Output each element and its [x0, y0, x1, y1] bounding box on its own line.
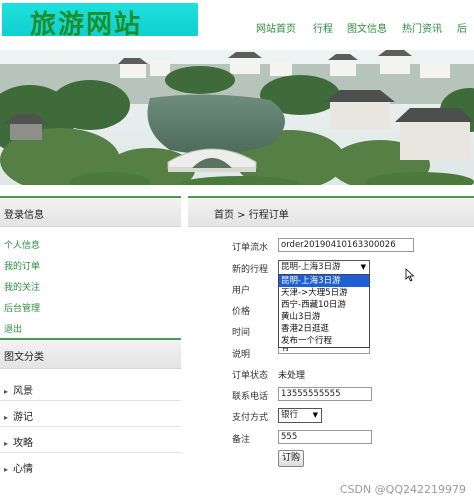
desc-label: 说明: [231, 350, 250, 360]
status-label: 订单状态: [231, 371, 268, 381]
trip-option[interactable]: 黄山3日游: [279, 311, 369, 323]
status-value: 未处理: [278, 371, 306, 381]
logo-text: 旅游网站: [30, 10, 143, 40]
trip-dropdown-list: 昆明-上海3日游 天津->大理5日游 西宁-西藏10日游 黄山3日游 香港2日逛…: [278, 274, 370, 348]
category-item-guides[interactable]: ▸ 攻略: [4, 434, 33, 449]
main-content: 首页 > 行程订单 订单流水 order20190410163300026 新的…: [188, 192, 474, 502]
nav-admin[interactable]: 后: [457, 20, 467, 35]
remark-label: 备注: [231, 435, 250, 445]
banner-landscape: [0, 50, 474, 185]
remark-input[interactable]: 555: [278, 430, 372, 444]
category-panel-header: 图文分类: [0, 338, 181, 369]
trip-option[interactable]: 香港2日逛逛: [279, 323, 369, 335]
phone-input[interactable]: 13555555555: [278, 387, 372, 401]
payment-label: 支付方式: [231, 413, 268, 423]
banner-image: [0, 50, 474, 185]
trip-select-value: 昆明-上海3日游: [281, 262, 341, 272]
login-panel-title: 登录信息: [4, 210, 44, 221]
category-item-travelogue[interactable]: ▸ 游记: [4, 408, 33, 423]
nav-trips[interactable]: 行程: [313, 20, 333, 35]
chevron-right-icon: ▸: [4, 413, 9, 422]
order-no-input[interactable]: order20190410163300026: [278, 238, 414, 252]
category-label: 游记: [13, 412, 34, 423]
chevron-right-icon: ▸: [4, 387, 9, 396]
divider: [0, 400, 181, 401]
category-label: 攻略: [13, 438, 34, 449]
category-label: 心情: [13, 464, 34, 475]
breadcrumb: 首页 > 行程订单: [214, 210, 289, 221]
trip-select[interactable]: 昆明-上海3日游 ▼: [278, 260, 370, 275]
payment-select-value: 银行: [281, 410, 299, 420]
chevron-down-icon: ▼: [312, 411, 318, 419]
link-logout[interactable]: 退出: [4, 322, 22, 335]
order-submit-button[interactable]: 订购: [278, 450, 305, 467]
order-no-label: 订单流水: [231, 243, 268, 253]
chevron-right-icon: ▸: [4, 439, 9, 448]
site-header: 旅游网站 网站首页 行程 图文信息 热门资讯 后: [0, 0, 474, 50]
nav-news[interactable]: 热门资讯: [402, 20, 442, 35]
site-logo[interactable]: 旅游网站: [2, 3, 198, 40]
category-label: 风景: [13, 386, 34, 397]
category-panel-title: 图文分类: [4, 352, 44, 363]
trip-option[interactable]: 发布一个行程: [279, 335, 369, 347]
trip-option[interactable]: 天津->大理5日游: [279, 287, 369, 299]
chevron-right-icon: ▸: [4, 465, 9, 474]
payment-select[interactable]: 银行 ▼: [278, 408, 322, 423]
main-panel-header: 首页 > 行程订单: [188, 196, 474, 227]
link-profile[interactable]: 个人信息: [4, 238, 40, 251]
link-my-follows[interactable]: 我的关注: [4, 280, 40, 293]
watermark: CSDN @QQ242219979: [339, 483, 466, 496]
sidebar: 登录信息 个人信息 我的订单 我的关注 后台管理 退出 图文分类 ▸ 风景 ▸ 游记…: [0, 192, 181, 502]
category-item-scenery[interactable]: ▸ 风景: [4, 382, 33, 397]
user-label: 用户: [231, 286, 250, 296]
mouse-cursor-icon: [405, 268, 415, 282]
link-admin[interactable]: 后台管理: [4, 301, 40, 314]
phone-label: 联系电话: [231, 392, 268, 402]
nav-home[interactable]: 网站首页: [256, 20, 296, 35]
divider: [0, 426, 181, 427]
nav-posts[interactable]: 图文信息: [347, 20, 387, 35]
link-my-orders[interactable]: 我的订单: [4, 259, 40, 272]
time-label: 时间: [231, 328, 250, 338]
price-label: 价格: [231, 307, 250, 317]
login-panel-header: 登录信息: [0, 196, 181, 227]
trip-option[interactable]: 西宁-西藏10日游: [279, 299, 369, 311]
chevron-down-icon: ▼: [360, 263, 366, 271]
trip-option[interactable]: 昆明-上海3日游: [279, 275, 369, 287]
divider: [0, 452, 181, 453]
category-item-mood[interactable]: ▸ 心情: [4, 460, 33, 475]
trip-label: 新的行程: [231, 265, 268, 275]
